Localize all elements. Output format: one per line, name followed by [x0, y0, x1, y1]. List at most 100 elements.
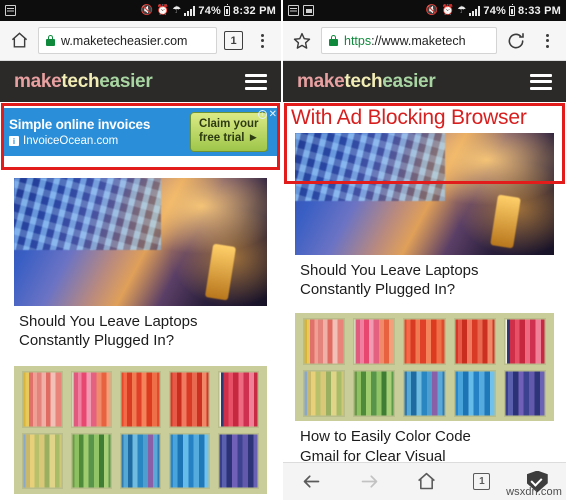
ad-close-icon[interactable]: ✕ [269, 109, 277, 120]
ad-cta-button[interactable]: Claim your free trial ► [190, 112, 268, 152]
shelf-cell [403, 369, 446, 418]
site-logo[interactable]: maketecheasier [297, 70, 436, 93]
reload-icon[interactable] [504, 29, 528, 53]
battery-percent: 74% [198, 4, 222, 17]
ad-cta-line1: Claim your [199, 118, 259, 131]
shelf-row [21, 432, 260, 490]
right-status-bar: 🔇 ⏰ ☂ 74% 8:33 PM [283, 0, 566, 21]
shelf-row [302, 369, 547, 418]
right-address-bar[interactable]: https://www.maketech [321, 27, 497, 54]
bookmark-star-icon[interactable] [290, 29, 314, 53]
home-icon[interactable] [416, 471, 437, 492]
shelf-row [21, 371, 260, 428]
kebab-menu-icon[interactable] [535, 29, 559, 53]
cell-signal-icon [184, 5, 196, 16]
ad-banner[interactable]: Simple online invoices i InvoiceOcean.co… [2, 108, 279, 156]
screenshot-icon [303, 5, 314, 16]
sd-card-icon [5, 5, 16, 16]
ad-info-icon[interactable]: i [257, 110, 267, 119]
url-scheme: https [344, 33, 372, 48]
shelf-cell [503, 369, 547, 418]
shelf-cell [503, 317, 547, 366]
laptop-keyboard-photo [295, 133, 554, 255]
wifi-icon: ☂ [172, 4, 182, 16]
logo-part-make: make [297, 70, 345, 92]
ad-banner-container: Simple online invoices i InvoiceOcean.co… [0, 102, 281, 164]
colorful-bookshelf-photo [295, 313, 554, 422]
left-status-bar: 🔇 ⏰ ☂ 74% 8:32 PM [0, 0, 281, 21]
left-url-text: w.maketecheasier.com [61, 33, 188, 48]
ad-blocking-annotation: With Ad Blocking Browser [291, 106, 527, 129]
right-site-header: maketecheasier [283, 61, 566, 102]
right-browser-toolbar: https://www.maketech [283, 21, 566, 61]
left-address-bar[interactable]: w.maketecheasier.com [38, 27, 217, 54]
tab-count-button[interactable]: 1 [473, 473, 491, 490]
article-title: Should You Leave Laptops Constantly Plug… [295, 255, 518, 304]
shelf-cell [353, 317, 396, 366]
alarm-clock-icon: ⏰ [441, 4, 455, 16]
left-browser-toolbar: w.maketecheasier.com 1 [0, 21, 281, 61]
shelf-row [302, 317, 547, 366]
ad-controls[interactable]: i ✕ [257, 109, 277, 120]
shelf-cell [302, 317, 346, 366]
site-logo[interactable]: maketecheasier [14, 70, 153, 93]
ad-advertiser: InvoiceOcean.com [23, 135, 119, 148]
volume-mute-icon: 🔇 [425, 4, 439, 16]
article-card[interactable]: How to Easily Color Code Gmail for Clear… [295, 313, 554, 470]
shelf-cell [403, 317, 446, 366]
laptop-keyboard-photo [14, 178, 267, 306]
shelf-cell [453, 317, 496, 366]
ad-headline: Simple online invoices [9, 116, 151, 132]
logo-part-easier: easier [382, 70, 436, 92]
tab-count-label: 1 [473, 473, 491, 490]
battery-percent: 74% [483, 4, 507, 17]
watermark: wsxdn.com [506, 486, 562, 498]
shelf-cell [119, 432, 162, 490]
shelf-cell [70, 432, 113, 490]
ad-advertiser-line: i InvoiceOcean.com [9, 135, 150, 147]
right-browser-screenshot: 🔇 ⏰ ☂ 74% 8:33 PM https://www.maketech m… [283, 0, 566, 500]
kebab-menu-icon[interactable] [250, 29, 274, 53]
alarm-clock-icon: ⏰ [156, 4, 170, 16]
logo-part-make: make [14, 70, 62, 92]
article-title: Should You Leave Laptops Constantly Plug… [14, 306, 232, 355]
shelf-cell [168, 432, 211, 490]
arrow-back-icon[interactable] [301, 471, 322, 492]
shelf-cell [217, 432, 260, 490]
right-page-content: With Ad Blocking Browser Should You Leav… [283, 102, 566, 500]
article-card[interactable]: Should You Leave Laptops Constantly Plug… [295, 133, 554, 304]
shelf-cell [119, 371, 162, 428]
right-status-notifications [288, 5, 314, 16]
battery-icon [509, 3, 516, 16]
article-card[interactable] [14, 366, 267, 500]
left-browser-screenshot: 🔇 ⏰ ☂ 74% 8:32 PM w.maketecheasier.com 1… [0, 0, 283, 500]
home-icon[interactable] [7, 29, 31, 53]
shelf-cell [21, 432, 64, 490]
logo-part-easier: easier [99, 70, 153, 92]
clock-time: 8:33 PM [518, 4, 561, 17]
hamburger-menu-icon[interactable] [530, 73, 552, 90]
shelf-cell [217, 371, 260, 428]
shelf-cell [302, 369, 346, 418]
side-by-side-comparison: 🔇 ⏰ ☂ 74% 8:32 PM w.maketecheasier.com 1… [0, 0, 566, 500]
ad-cta-line2: free trial ► [199, 132, 259, 144]
shelf-cell [168, 371, 211, 428]
left-status-notifications [5, 5, 16, 16]
shelf-cell [353, 369, 396, 418]
arrow-forward-icon [359, 471, 380, 492]
article-card[interactable]: Should You Leave Laptops Constantly Plug… [14, 178, 267, 355]
volume-mute-icon: 🔇 [140, 4, 154, 16]
hamburger-menu-icon[interactable] [245, 73, 267, 90]
left-status-indicators: 🔇 ⏰ ☂ 74% 8:32 PM [140, 3, 276, 17]
shelf-cell [453, 369, 496, 418]
left-site-header: maketecheasier [0, 61, 281, 102]
shelf-cell [21, 371, 64, 428]
wifi-icon: ☂ [457, 4, 467, 16]
tab-count-button[interactable]: 1 [224, 31, 243, 50]
ad-badge-icon: i [9, 136, 19, 147]
ad-copy: Simple online invoices i InvoiceOcean.co… [9, 116, 151, 147]
battery-icon [224, 3, 231, 16]
cell-signal-icon [469, 5, 481, 16]
shelf-cell [70, 371, 113, 428]
clock-time: 8:32 PM [233, 4, 276, 17]
